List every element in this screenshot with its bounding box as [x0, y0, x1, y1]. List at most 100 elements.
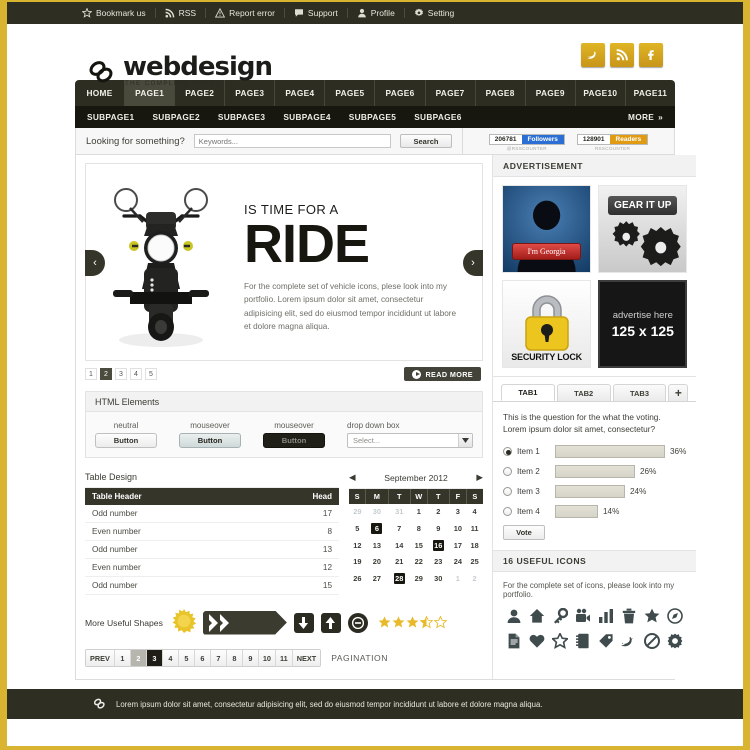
bar-chart-icon[interactable] — [598, 608, 614, 624]
calendar-day[interactable]: 29 — [349, 504, 366, 519]
rating-stars[interactable] — [378, 616, 447, 629]
notebook-icon[interactable] — [575, 633, 591, 649]
bird-icon[interactable] — [621, 633, 637, 649]
calendar-day[interactable]: 22 — [410, 554, 427, 569]
calendar-day[interactable]: 4 — [466, 504, 483, 519]
pagination-page-6[interactable]: 6 — [194, 650, 211, 666]
compass-icon[interactable] — [667, 608, 683, 624]
radio-icon[interactable] — [503, 506, 512, 516]
calendar-day[interactable]: 11 — [466, 519, 483, 536]
gear-icon[interactable] — [667, 633, 683, 649]
calendar-day[interactable]: 2 — [466, 570, 483, 587]
calendar-day[interactable]: 9 — [427, 519, 449, 536]
tag-icon[interactable] — [598, 633, 614, 649]
topbar-item-setting[interactable]: Setting — [405, 8, 463, 18]
security-lock-ad[interactable]: SECURITY LOCK — [502, 280, 592, 368]
pagination-page-9[interactable]: 9 — [242, 650, 259, 666]
slider-dot-3[interactable]: 3 — [115, 368, 127, 380]
pagination-page-11[interactable]: 11 — [276, 650, 293, 666]
pagination-page-10[interactable]: 10 — [258, 650, 276, 666]
tab-tab2[interactable]: TAB2 — [556, 384, 611, 401]
rss-icon[interactable] — [610, 43, 634, 67]
calendar-prev-button[interactable]: ◀ — [349, 472, 356, 483]
table-row[interactable]: Odd number 15 — [85, 576, 339, 595]
calendar-day-selected[interactable]: 28 — [388, 570, 410, 587]
gear-ad[interactable]: GEAR IT UP — [598, 185, 688, 273]
subnav-item-subpage2[interactable]: SUBPAGE2 — [152, 112, 199, 122]
subnav-item-subpage6[interactable]: SUBPAGE6 — [414, 112, 461, 122]
slider-dot-1[interactable]: 1 — [85, 368, 97, 380]
subnav-item-subpage3[interactable]: SUBPAGE3 — [218, 112, 265, 122]
star-icon[interactable] — [644, 608, 660, 624]
readers-counter[interactable]: 128901 Readers RSSCOUNTER — [576, 134, 649, 151]
poll-option[interactable]: Item 3 24% — [503, 484, 686, 498]
slider-dot-4[interactable]: 4 — [130, 368, 142, 380]
calendar-day[interactable]: 1 — [449, 570, 466, 587]
video-camera-icon[interactable] — [575, 608, 591, 624]
vote-button[interactable]: Vote — [503, 524, 545, 540]
calendar-day[interactable]: 20 — [366, 554, 388, 569]
pagination-page-1[interactable]: 1 — [114, 650, 131, 666]
table-row[interactable]: Even number 8 — [85, 522, 339, 541]
slider-dot-2[interactable]: 2 — [100, 368, 112, 380]
calendar-day[interactable]: 14 — [388, 537, 410, 554]
calendar-day[interactable]: 7 — [388, 519, 410, 536]
nav-item-page10[interactable]: PAGE10 — [576, 80, 626, 106]
georgia-button[interactable]: I'm Georgia — [512, 243, 582, 260]
followers-counter[interactable]: 206781 Followers @RSSCOUNTER — [488, 134, 565, 151]
home-icon[interactable] — [529, 608, 545, 624]
calendar-day[interactable]: 2 — [427, 504, 449, 519]
georgia-ad[interactable]: I'm Georgia — [502, 185, 592, 273]
calendar-day[interactable]: 31 — [388, 504, 410, 519]
calendar-day[interactable]: 10 — [449, 519, 466, 536]
calendar-day[interactable]: 30 — [427, 570, 449, 587]
calendar-day[interactable]: 5 — [349, 519, 366, 536]
calendar-day[interactable]: 19 — [349, 554, 366, 569]
nav-item-page11[interactable]: PAGE11 — [626, 80, 675, 106]
calendar-day[interactable]: 29 — [410, 570, 427, 587]
table-row[interactable]: Odd number 13 — [85, 540, 339, 559]
key-icon[interactable] — [552, 607, 569, 624]
arrow-up-icon[interactable] — [320, 612, 341, 633]
slider-next-button[interactable]: › — [463, 250, 483, 276]
table-row[interactable]: Odd number 17 — [85, 505, 339, 523]
arrow-down-icon[interactable] — [293, 612, 314, 633]
calendar-day-selected[interactable]: 16 — [427, 537, 449, 554]
pagination-page-8[interactable]: 8 — [226, 650, 243, 666]
poll-option[interactable]: Item 1 36% — [503, 444, 686, 458]
tab-tab1[interactable]: TAB1 — [501, 384, 555, 401]
hover-button[interactable]: Button — [179, 433, 241, 448]
search-input[interactable] — [193, 134, 391, 148]
read-more-button[interactable]: READ MORE — [404, 367, 481, 381]
heart-icon[interactable] — [529, 633, 545, 649]
calendar-day[interactable]: 13 — [366, 537, 388, 554]
neutral-button[interactable]: Button — [95, 433, 157, 448]
twitter-icon[interactable] — [581, 43, 605, 67]
calendar-day-selected[interactable]: 6 — [366, 519, 388, 536]
subnav-item-subpage5[interactable]: SUBPAGE5 — [349, 112, 396, 122]
calendar-day[interactable]: 24 — [449, 554, 466, 569]
search-button[interactable]: Search — [400, 134, 452, 148]
calendar-day[interactable]: 17 — [449, 537, 466, 554]
slider-dot-5[interactable]: 5 — [145, 368, 157, 380]
nav-item-page4[interactable]: PAGE4 — [275, 80, 326, 106]
no-entry-icon[interactable] — [643, 632, 660, 649]
radio-icon[interactable] — [503, 446, 512, 456]
star-outline-icon[interactable] — [552, 632, 569, 649]
calendar-day[interactable]: 27 — [366, 570, 388, 587]
calendar-day[interactable]: 30 — [366, 504, 388, 519]
tab-add-button[interactable]: + — [668, 384, 689, 401]
calendar-next-button[interactable]: ▶ — [476, 472, 483, 483]
placeholder-ad[interactable]: advertise here 125 x 125 — [598, 280, 688, 368]
pagination-next[interactable]: NEXT — [292, 650, 321, 666]
subnav-more-button[interactable]: MORE » — [628, 112, 663, 122]
minus-circle-icon[interactable] — [347, 612, 368, 633]
pagination-page-4[interactable]: 4 — [162, 650, 179, 666]
radio-icon[interactable] — [503, 486, 512, 496]
topbar-item-report-error[interactable]: Report error — [206, 8, 285, 18]
user-icon[interactable] — [506, 608, 522, 624]
topbar-item-support[interactable]: Support — [285, 8, 348, 18]
calendar-day[interactable]: 15 — [410, 537, 427, 554]
pagination-prev[interactable]: PREV — [86, 650, 115, 666]
document-icon[interactable] — [506, 633, 522, 649]
